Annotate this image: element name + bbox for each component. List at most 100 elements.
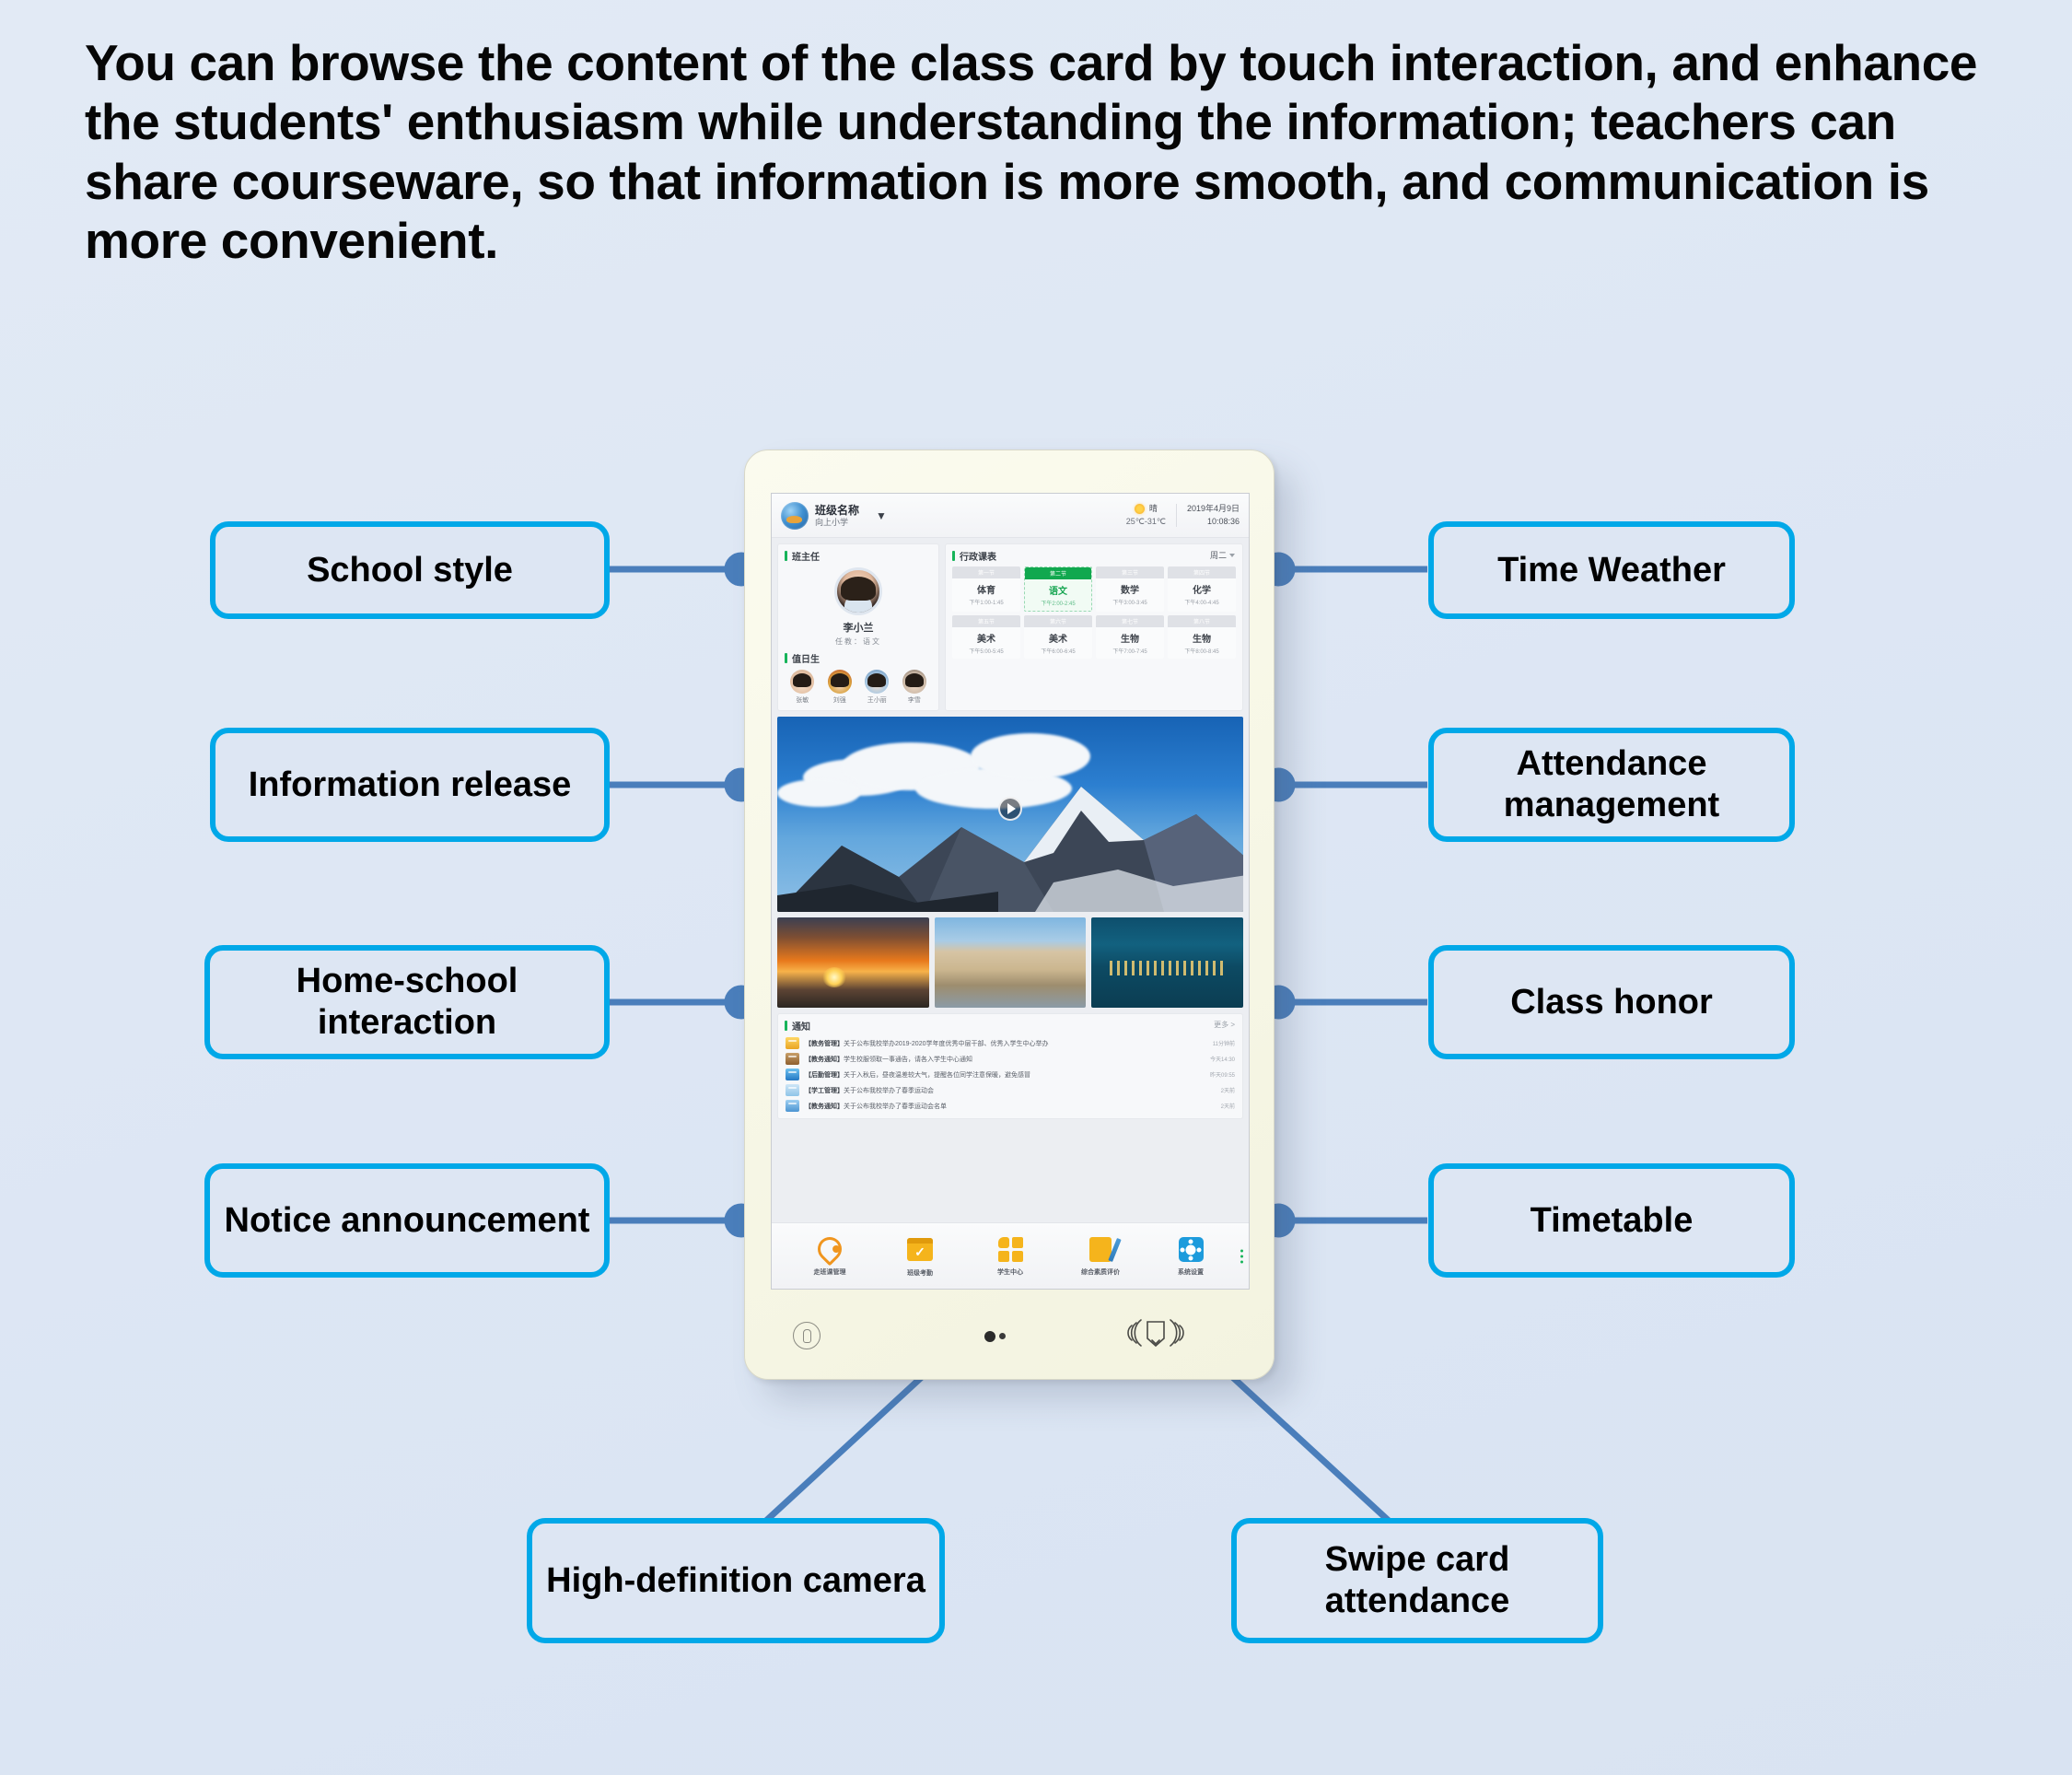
photo-thumbnail-row [772, 912, 1249, 1013]
note-pen-icon [1089, 1237, 1112, 1262]
clock-text: 10:08:36 [1206, 516, 1240, 526]
list-item[interactable]: 刘强 [827, 670, 852, 705]
notice-time: 昨天09:55 [1209, 1073, 1235, 1079]
schedule-period: 第三节 [1096, 566, 1164, 578]
schedule-period: 第五节 [952, 615, 1020, 627]
table-row[interactable]: 【学工管理】关于公布我校举办了春季运动会 2天前 [778, 1082, 1242, 1098]
callout-label: Information release [248, 765, 572, 804]
teacher-card[interactable]: 班主任 李小兰 任教：语文 值日生 张敏 刘强 王小丽 李雪 [777, 543, 939, 711]
tablet-screen[interactable]: 班级名称 向上小学 ▼ 晴 25℃-31℃ 2019年4月9日 10:08:36 [771, 493, 1250, 1290]
schedule-subject: 语文 [1049, 587, 1067, 597]
callout-information-release[interactable]: Information release [210, 728, 610, 842]
student-name: 刘强 [832, 697, 846, 704]
week-selector[interactable]: 周二 [1210, 549, 1235, 561]
duty-student-list: 张敏 刘强 王小丽 李雪 [778, 668, 938, 705]
night-town-photo[interactable] [1091, 917, 1244, 1008]
schedule-period: 第八节 [1168, 615, 1236, 627]
lakeside-village-photo[interactable] [934, 917, 1087, 1008]
top-cards-row: 班主任 李小兰 任教：语文 值日生 张敏 刘强 王小丽 李雪 行政课表 周二 第… [772, 538, 1249, 717]
schedule-time: 下午5:00-5:45 [969, 649, 1004, 655]
nav-label: 走班课管理 [813, 1269, 846, 1276]
schedule-time: 下午7:00-7:45 [1112, 649, 1147, 655]
schedule-period: 第二节 [1025, 567, 1091, 579]
schedule-period: 第一节 [952, 566, 1020, 578]
callout-class-honor[interactable]: Class honor [1428, 945, 1795, 1059]
callout-attendance-management[interactable]: Attendance management [1428, 728, 1795, 842]
schedule-cell[interactable]: 第四节 化学 下午4:00-4:45 [1168, 566, 1236, 612]
nav-item-walking-class[interactable]: 走班课管理 [785, 1232, 875, 1277]
callout-label: Time Weather [1497, 550, 1726, 590]
callout-label: Attendance management [1503, 744, 1720, 824]
callout-high-definition-camera[interactable]: High-definition camera [527, 1518, 945, 1643]
schedule-cell-active[interactable]: 第二节 语文 下午2:00-2:45 [1024, 566, 1092, 612]
status-bar: 班级名称 向上小学 ▼ 晴 25℃-31℃ 2019年4月9日 10:08:36 [772, 494, 1249, 538]
callout-notice-announcement[interactable]: Notice announcement [204, 1163, 610, 1278]
card-reader-icon [1127, 1319, 1184, 1348]
callout-timetable[interactable]: Timetable [1428, 1163, 1795, 1278]
schedule-card[interactable]: 行政课表 周二 第一节 体育 下午1:00-1:45 第二节 语文 下午2:00… [945, 543, 1243, 711]
schedule-grid: 第一节 体育 下午1:00-1:45 第二节 语文 下午2:00-2:45 第三… [946, 566, 1242, 659]
notice-text: 【教务通知】关于公布我校举办了春季运动会名单 [805, 1103, 947, 1110]
callout-label: Swipe card attendance [1324, 1540, 1510, 1620]
callout-time-weather[interactable]: Time Weather [1428, 521, 1795, 619]
schedule-subject: 美术 [977, 635, 995, 645]
nav-item-attendance[interactable]: 班级考勤 [875, 1235, 965, 1278]
list-item[interactable]: 王小丽 [865, 670, 890, 705]
notice-panel: 通知 更多 > 【教务管理】关于公布我校举办2019-2020学年度优秀中层干部… [777, 1013, 1243, 1119]
schedule-cell[interactable]: 第五节 美术 下午5:00-5:45 [952, 615, 1020, 659]
duty-title: 值日生 [778, 647, 938, 668]
more-dots-icon[interactable] [1240, 1249, 1243, 1263]
play-icon[interactable] [998, 796, 1022, 821]
schedule-cell[interactable]: 第七节 生物 下午7:00-7:45 [1096, 615, 1164, 659]
schedule-cell[interactable]: 第六节 美术 下午6:00-6:45 [1024, 615, 1092, 659]
schedule-time: 下午3:00-3:45 [1112, 601, 1147, 606]
callout-home-school-interaction[interactable]: Home-school interaction [204, 945, 610, 1059]
list-item[interactable]: 李雪 [902, 670, 926, 705]
teacher-name: 李小兰 [843, 623, 874, 634]
sunset-photo[interactable] [777, 917, 929, 1008]
gear-icon [1178, 1237, 1204, 1262]
table-row[interactable]: 【教务管理】关于公布我校举办2019-2020学年度优秀中层干部、优秀入学生中心… [778, 1035, 1242, 1051]
schedule-time: 下午2:00-2:45 [1041, 601, 1076, 607]
status-right: 晴 25℃-31℃ 2019年4月9日 10:08:36 [1126, 504, 1240, 527]
nav-item-quality-evaluation[interactable]: 综合素质评价 [1055, 1235, 1146, 1277]
badge-icon [786, 1100, 799, 1112]
teacher-card-title: 班主任 [778, 544, 938, 566]
notice-header: 通知 更多 > [778, 1014, 1242, 1035]
schedule-time: 下午8:00-8:45 [1184, 649, 1219, 655]
schedule-period: 第七节 [1096, 615, 1164, 627]
folder-icon [786, 1037, 799, 1049]
schedule-cell[interactable]: 第一节 体育 下午1:00-1:45 [952, 566, 1020, 612]
callout-swipe-card-attendance[interactable]: Swipe card attendance [1231, 1518, 1603, 1643]
schedule-cell[interactable]: 第三节 数学 下午3:00-3:45 [1096, 566, 1164, 612]
notice-title: 通知 [778, 1014, 817, 1035]
school-name: 向上小学 [815, 517, 849, 527]
temperature: 25℃-31℃ [1125, 516, 1166, 526]
notice-more-link[interactable]: 更多 > [1214, 1020, 1235, 1030]
nav-item-system-settings[interactable]: 系统设置 [1146, 1235, 1236, 1277]
table-row[interactable]: 【后勤管理】关于入秋后，昼夜温差较大气，提醒各位同学注意保暖，避免感冒 昨天09… [778, 1067, 1242, 1082]
weather-widget[interactable]: 晴 25℃-31℃ [1126, 504, 1177, 527]
student-avatar-1 [790, 670, 815, 694]
student-name: 李雪 [907, 697, 921, 704]
nav-label: 系统设置 [1178, 1269, 1204, 1276]
date-text: 2019年4月9日 [1186, 504, 1240, 514]
nav-item-student-center[interactable]: 学生中心 [965, 1235, 1055, 1277]
schedule-time: 下午6:00-6:45 [1041, 649, 1076, 655]
callout-label: Notice announcement [224, 1200, 590, 1240]
table-row[interactable]: 【教务通知】学生校服领取一事通告，请各入学生中心通知 今天14:30 [778, 1051, 1242, 1067]
callout-school-style[interactable]: School style [210, 521, 610, 619]
table-row[interactable]: 【教务通知】关于公布我校举办了春季运动会名单 2天前 [778, 1098, 1242, 1114]
hero-media[interactable] [777, 717, 1243, 912]
teacher-profile: 李小兰 任教：语文 [778, 566, 938, 647]
calendar-check-icon [907, 1237, 933, 1261]
schedule-title: 行政课表 [946, 544, 1003, 566]
weather-text: 晴 [1148, 504, 1158, 514]
notice-time: 2天前 [1220, 1104, 1235, 1110]
class-card-tablet: 班级名称 向上小学 ▼ 晴 25℃-31℃ 2019年4月9日 10:08:36 [744, 450, 1275, 1380]
schedule-time: 下午1:00-1:45 [969, 601, 1004, 606]
schedule-cell[interactable]: 第八节 生物 下午8:00-8:45 [1168, 615, 1236, 659]
student-avatar-2 [827, 670, 852, 694]
teacher-avatar [834, 567, 882, 615]
list-item[interactable]: 张敏 [790, 670, 815, 705]
